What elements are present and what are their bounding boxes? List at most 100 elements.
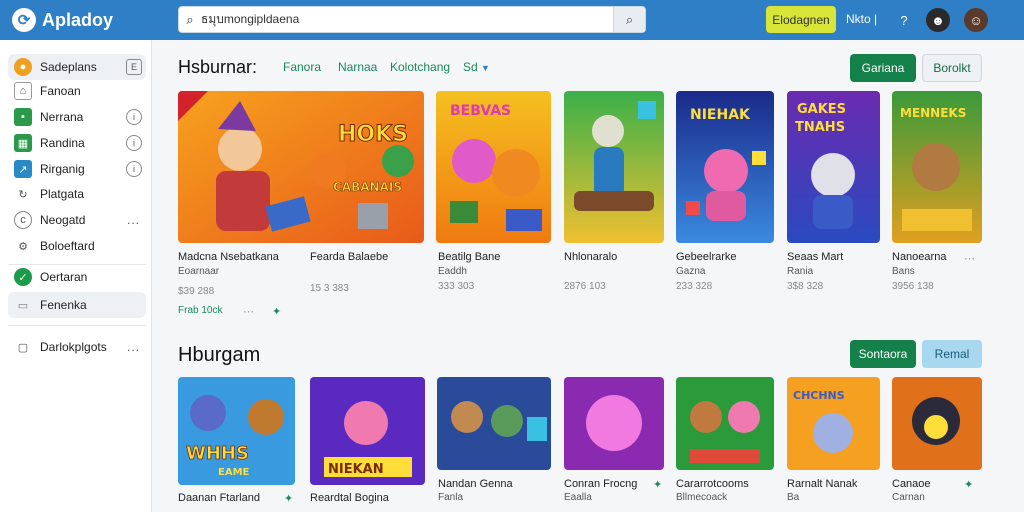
star-icon[interactable]: ✦ [653,478,662,491]
primary-button[interactable]: Gariana [850,54,916,82]
more-icon[interactable]: ⋯ [964,252,975,265]
filter-dropdown[interactable]: Sd ▼ [463,60,490,74]
card-title[interactable]: Seaas Mart [787,251,843,263]
primary-button[interactable]: Sontaora [850,340,916,368]
sidebar-item-fanoan[interactable]: ⌂ Fanoan [8,78,146,104]
card-title[interactable]: Nanoearna [892,251,946,263]
card-subtitle: Gazna [676,266,706,277]
card-title[interactable]: Nhlonaralo [564,251,617,263]
game-thumbnail[interactable] [564,91,664,243]
game-thumbnail[interactable]: MENNEKS [892,91,982,243]
card-title[interactable]: Rarnalt Nanak [787,478,857,490]
app-logo[interactable]: ⟳ Apladoy [12,8,172,32]
svg-text:MENNEKS: MENNEKS [900,106,966,120]
top-action-button[interactable]: Elodagnen [766,6,836,33]
sidebar-item-boloeftard[interactable]: ⚙ Boloeftard [8,233,146,259]
circle-icon: c [14,211,32,229]
app-title: Apladoy [42,9,114,30]
sidebar-item-sadeplans[interactable]: ● Sadeplans E [8,54,146,80]
sidebar-item-darlokplgots[interactable]: ▢ Darlokplgots ... [8,334,146,360]
game-thumbnail[interactable]: CHCHNS [787,377,880,470]
game-thumbnail[interactable] [892,377,982,470]
sidebar-item-label: Fanoan [40,84,81,98]
share-icon[interactable]: ⋯ [243,305,254,318]
user-avatar[interactable]: ☺ [964,8,988,32]
help-icon[interactable]: ? [892,8,916,32]
card-title[interactable]: Gebeelrarke [676,251,737,263]
svg-text:HOKS: HOKS [338,122,408,147]
refresh-icon: ↻ [14,185,32,203]
search-button[interactable]: ⌕ [613,7,645,32]
card-meta: 233 328 [676,281,713,292]
svg-text:TNAHS: TNAHS [795,120,845,135]
section-title: Hburgam [178,344,261,366]
card-title[interactable]: Conran Frocng [564,478,637,490]
card-meta: 2876 103 [564,281,606,292]
game-art: MENNEKS [892,91,982,243]
sidebar-item-label: Nerrana [40,110,84,124]
search-bar: ⌕ ⌕ [178,6,646,33]
game-thumbnail[interactable] [437,377,551,470]
card-title[interactable]: Cararrotcooms [676,478,749,490]
game-thumbnail[interactable]: GAKES TNAHS [787,91,880,243]
card-meta: 333 303 [438,281,475,292]
sidebar-item-label: Fenenka [40,298,87,312]
card-extra[interactable]: Frab 10ck [178,305,222,316]
sidebar-divider [8,325,146,326]
card-title[interactable]: Reardtal Bogina [310,492,389,504]
card-subtitle: Rania [787,266,814,277]
info-icon[interactable]: i [126,135,142,151]
svg-text:WHHS: WHHS [186,443,249,464]
game-thumbnail[interactable]: BEBVAS [436,91,551,243]
home-icon: ⌂ [14,82,32,100]
chart-icon: ↗ [14,160,32,178]
card-title[interactable]: Madcna Nsebatkana [178,251,279,263]
star-icon[interactable]: ✦ [284,492,293,505]
magnifier-icon: ⌕ [625,11,634,27]
card-title[interactable]: Canaoe [892,478,931,490]
star-icon[interactable]: ✦ [964,478,973,491]
top-link[interactable]: Nkto | [846,12,877,26]
game-thumbnail[interactable]: NIEKAN [310,377,425,485]
sidebar-item-rirganig[interactable]: ↗ Rirganig i [8,156,146,182]
secondary-button[interactable]: Remal [922,340,982,368]
search-input[interactable] [201,12,613,27]
game-thumbnail[interactable] [676,377,774,470]
sidebar-item-nerrana[interactable]: ▪ Nerrana i [8,104,146,130]
sidebar-item-platgata[interactable]: ↻ Platgata [8,181,146,207]
card-subtitle: Bans [892,266,915,277]
game-thumbnail[interactable]: HOKS CABANAIS [178,91,424,243]
card-title[interactable]: Nandan Genna [438,478,513,490]
card-subtitle: Eaalla [564,492,592,503]
sidebar-item-fenenka[interactable]: ▭ Fenenka [8,292,146,318]
top-bar: ⟳ Apladoy ⌕ ⌕ Elodagnen Nkto | ? ☻ ☺ [0,0,1024,40]
sidebar-item-randina[interactable]: ▦ Randina i [8,130,146,156]
card-title[interactable]: Daanan Ftarland [178,492,260,504]
star-icon[interactable]: ✦ [272,305,281,318]
card-subtitle: Eoarnaar [178,266,220,277]
more-icon[interactable]: ... [127,340,140,354]
game-thumbnail[interactable] [564,377,664,470]
game-thumbnail[interactable]: WHHS EAME [178,377,295,485]
check-icon: ✓ [14,268,32,286]
filter-link[interactable]: Narnaa [338,60,377,74]
card-title[interactable]: Fearda Balaebe [310,251,388,263]
sidebar-item-oertaran[interactable]: ✓ Oertaran [8,264,146,290]
game-thumbnail[interactable]: NIEHAK [676,91,774,243]
avatar-character-icon[interactable]: ☻ [926,8,950,32]
more-icon[interactable]: ... [127,213,140,227]
info-icon[interactable]: i [126,109,142,125]
sidebar-item-label: Platgata [40,187,85,201]
file-icon: ▢ [17,341,29,354]
card-title[interactable]: Beatilg Bane [438,251,500,263]
card-subtitle: Fanla [438,492,464,503]
sidebar-item-neogatd[interactable]: c Neogatd ... [8,207,146,233]
secondary-button[interactable]: Borolkt [922,54,982,82]
sidebar-item-label: Boloeftard [40,239,95,253]
filter-link[interactable]: Kolotchang [390,60,450,74]
filter-link[interactable]: Fanora [283,60,321,74]
svg-text:EAME: EAME [218,467,250,478]
info-icon[interactable]: i [126,161,142,177]
sidebar: ● Sadeplans E ⌂ Fanoan ▪ Nerrana i ▦ Ran… [0,40,152,512]
svg-text:CABANAIS: CABANAIS [333,180,402,194]
